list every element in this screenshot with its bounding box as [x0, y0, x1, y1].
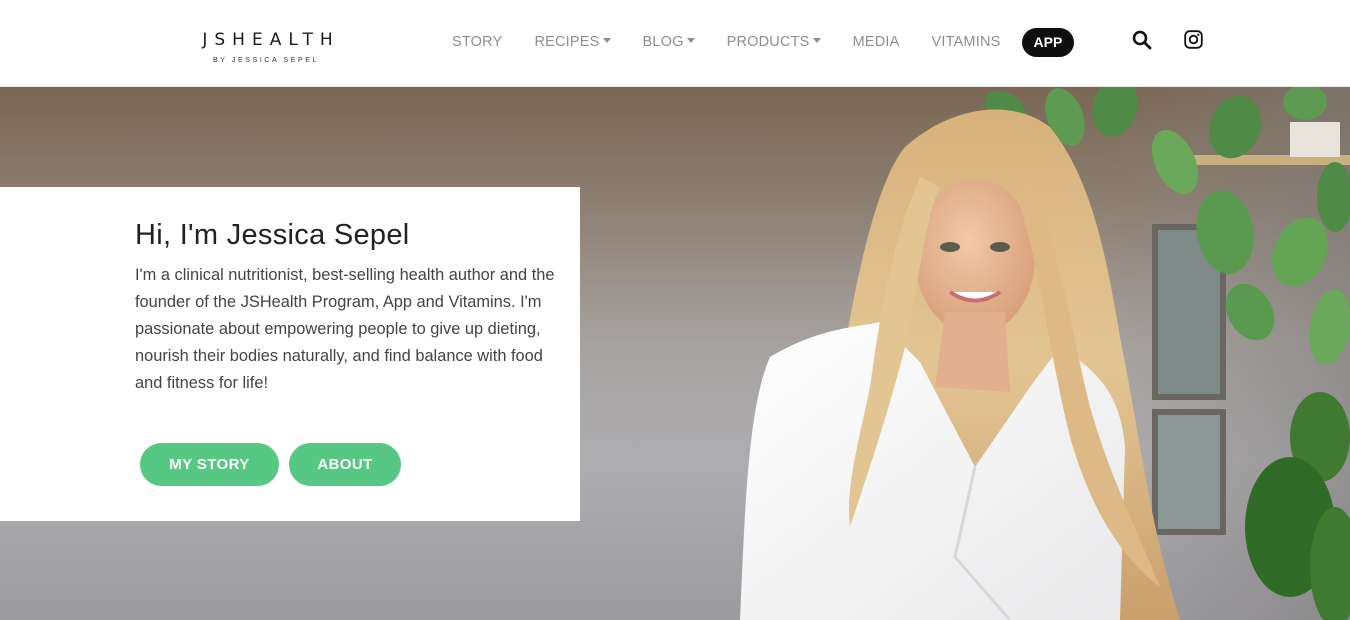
caret-down-icon: [602, 38, 611, 43]
nav-story[interactable]: STORY: [436, 34, 518, 50]
hero-section: Hi, I'm Jessica Sepel I'm a clinical nut…: [0, 87, 1350, 620]
logo-tagline: BY JESSICA SEPEL: [212, 57, 320, 64]
site-logo[interactable]: JSHEALTH BY JESSICA SEPEL: [186, 30, 356, 65]
nav-media[interactable]: MEDIA: [837, 34, 916, 50]
search-icon[interactable]: [1132, 30, 1152, 50]
caret-down-icon: [686, 38, 695, 43]
nav-blog-label: BLOG: [642, 34, 684, 50]
nav-recipes[interactable]: RECIPES: [518, 34, 626, 50]
nav-blog[interactable]: BLOG: [627, 34, 711, 50]
caret-down-icon: [812, 38, 821, 43]
nav-products-label: PRODUCTS: [726, 34, 810, 50]
instagram-icon[interactable]: [1184, 30, 1204, 50]
nav-story-label: STORY: [452, 34, 503, 50]
logo-wordmark: JSHEALTH: [202, 30, 340, 50]
nav-app-button[interactable]: APP: [1021, 27, 1075, 57]
main-nav: STORY RECIPES BLOG PRODUCTS MEDIA VITAMI…: [436, 26, 1075, 58]
nav-vitamins[interactable]: VITAMINS: [915, 34, 1016, 50]
site-header: JSHEALTH BY JESSICA SEPEL STORY RECIPES …: [0, 0, 1350, 87]
nav-media-label: MEDIA: [852, 34, 900, 50]
about-button[interactable]: ABOUT: [289, 443, 401, 486]
my-story-button[interactable]: MY STORY: [140, 443, 279, 486]
intro-card: Hi, I'm Jessica Sepel I'm a clinical nut…: [0, 187, 580, 521]
nav-recipes-label: RECIPES: [534, 34, 600, 50]
intro-title: Hi, I'm Jessica Sepel: [135, 219, 410, 251]
nav-products[interactable]: PRODUCTS: [711, 34, 837, 50]
nav-vitamins-label: VITAMINS: [931, 34, 1001, 50]
intro-description: I'm a clinical nutritionist, best-sellin…: [135, 266, 555, 392]
